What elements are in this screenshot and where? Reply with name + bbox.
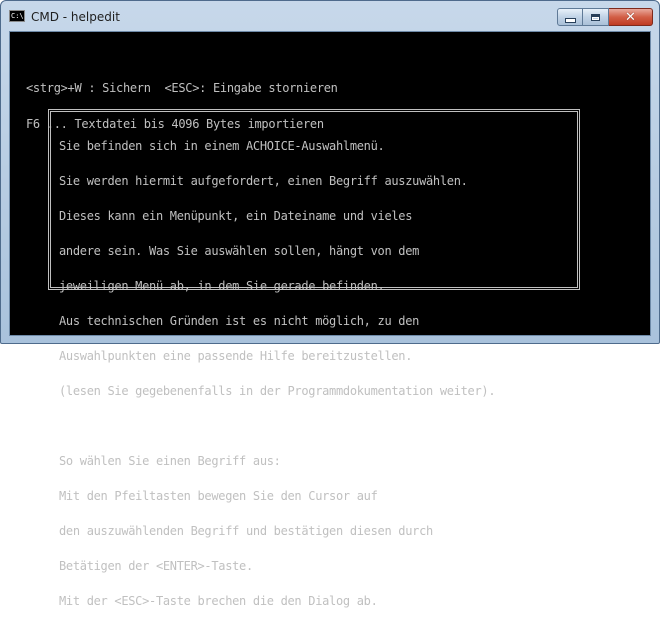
hint-line-save-cancel: <strg>+W : Sichern <ESC>: Eingabe storni… bbox=[26, 81, 338, 95]
maximize-icon bbox=[591, 13, 600, 21]
cmd-app-icon[interactable]: C:\ bbox=[9, 10, 25, 22]
help-text-line: den auszuwählenden Begriff und bestätige… bbox=[59, 524, 433, 538]
help-text-line: Mit den Pfeiltasten bewegen Sie den Curs… bbox=[59, 489, 378, 503]
help-text-line: jeweiligen Menü ab, in dem Sie gerade be… bbox=[59, 279, 385, 293]
minimize-button[interactable] bbox=[557, 8, 583, 26]
help-text-line: Betätigen der <ENTER>-Taste. bbox=[59, 559, 253, 573]
close-button[interactable]: ✕ bbox=[609, 8, 653, 26]
help-text-line: Mit der <ESC>-Taste brechen die den Dial… bbox=[59, 594, 378, 608]
help-dialog-box: Sie befinden sich in einem ACHOICE-Auswa… bbox=[48, 109, 580, 607]
help-dialog-text: Sie befinden sich in einem ACHOICE-Auswa… bbox=[59, 117, 496, 631]
window-title: CMD - helpedit bbox=[31, 10, 120, 24]
maximize-button[interactable] bbox=[583, 8, 609, 26]
help-text-line: andere sein. Was Sie auswählen sollen, h… bbox=[59, 244, 420, 258]
help-text-line: (lesen Sie gegebenenfalls in der Program… bbox=[59, 384, 496, 398]
help-text-line: Aus technischen Gründen ist es nicht mög… bbox=[59, 314, 420, 328]
help-text-line: So wählen Sie einen Begriff aus: bbox=[59, 454, 281, 468]
caption-buttons: ✕ bbox=[557, 8, 653, 26]
console-window: C:\ CMD - helpedit ✕ <strg>+W : Sichern … bbox=[0, 0, 660, 607]
title-bar[interactable]: C:\ CMD - helpedit ✕ bbox=[1, 1, 659, 31]
help-text-line: Dieses kann ein Menüpunkt, ein Dateiname… bbox=[59, 209, 413, 223]
minimize-icon bbox=[564, 17, 576, 23]
close-icon: ✕ bbox=[625, 9, 636, 25]
help-text-line: Sie werden hiermit aufgefordert, einen B… bbox=[59, 174, 468, 188]
help-text-line: Sie befinden sich in einem ACHOICE-Auswa… bbox=[59, 139, 385, 153]
help-text-line: Auswahlpunkten eine passende Hilfe berei… bbox=[59, 349, 413, 363]
console-area[interactable]: <strg>+W : Sichern <ESC>: Eingabe storni… bbox=[9, 31, 651, 607]
